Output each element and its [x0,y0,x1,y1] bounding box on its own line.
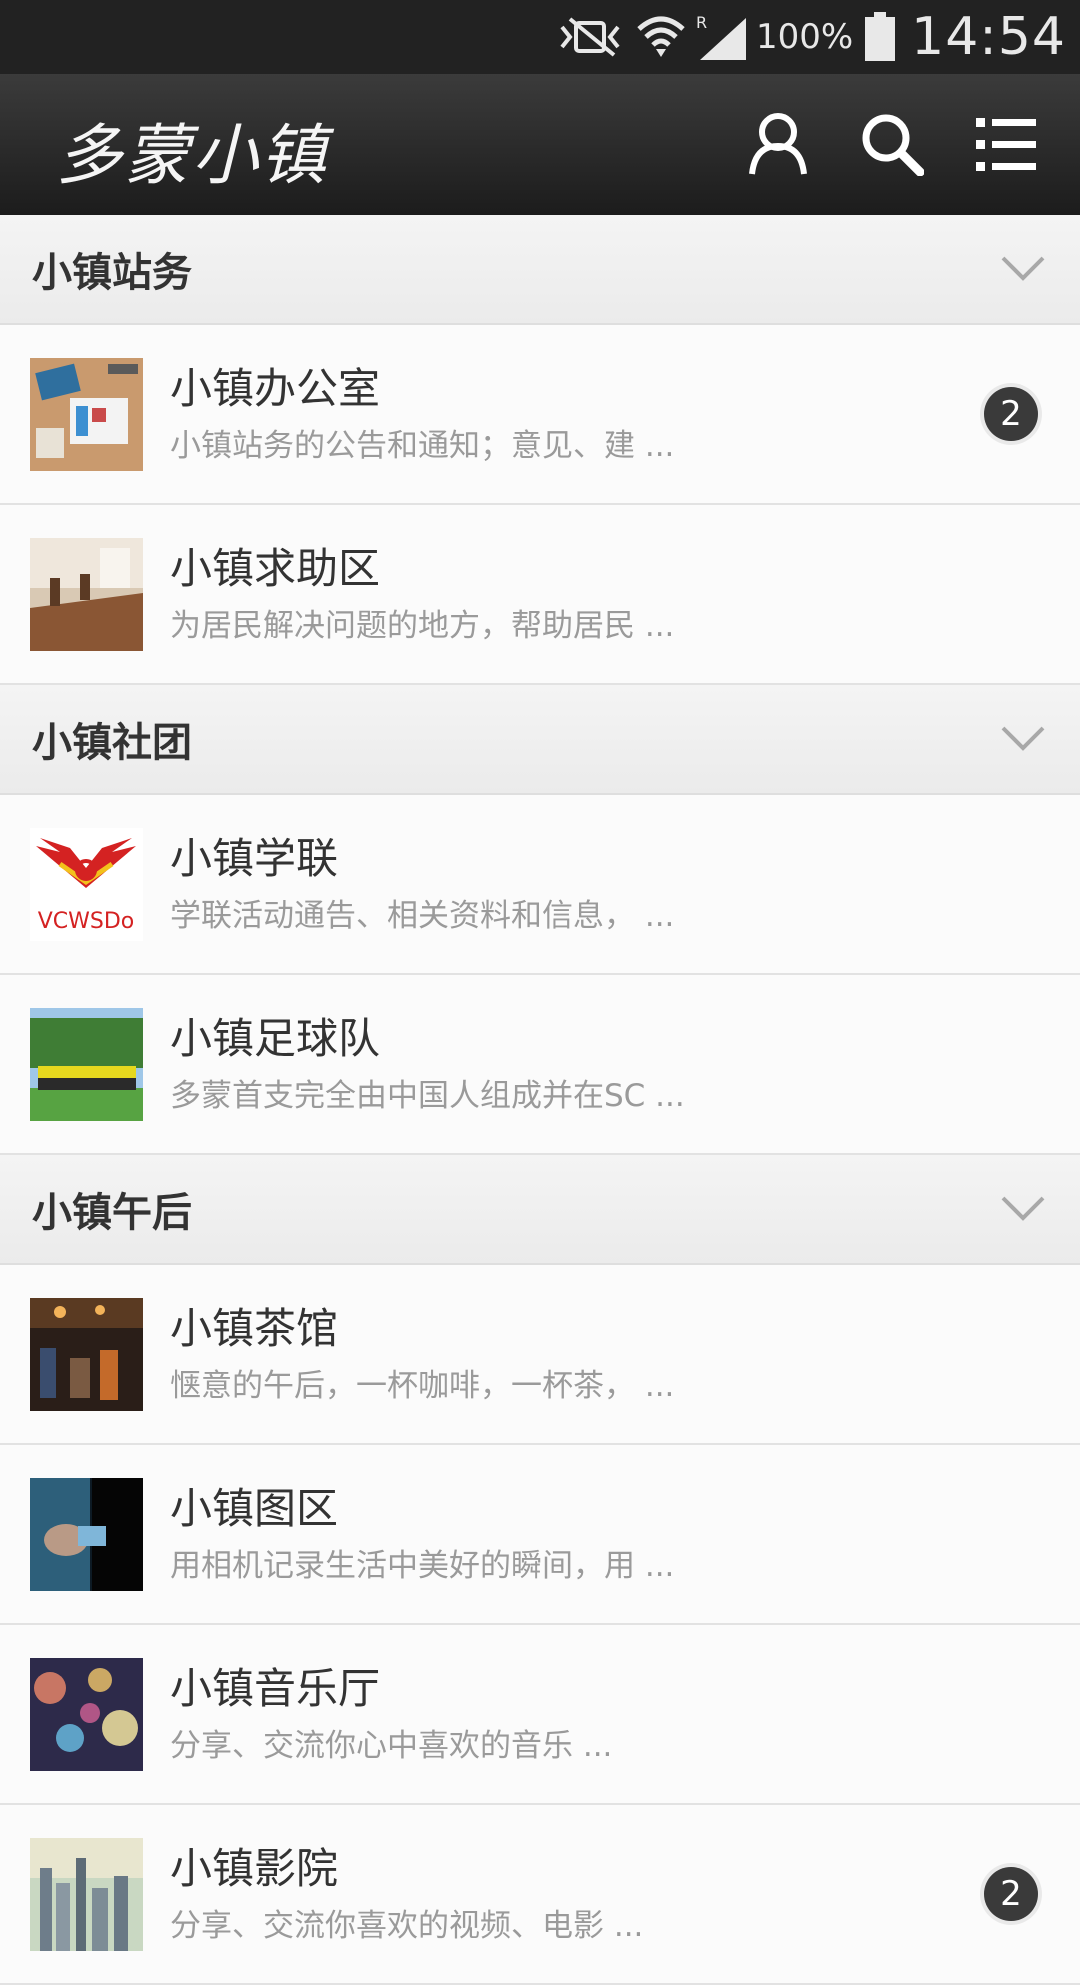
cafe-table-thumbnail [30,537,143,651]
search-icon [862,114,924,176]
signal-icon: R [696,14,748,60]
menu-icon [976,118,1036,171]
list-item[interactable]: 小镇求助区 为居民解决问题的地方，帮助居民 ... [0,505,1080,685]
vibrate-icon [556,17,626,57]
item-description: 为居民解决问题的地方，帮助居民 ... [170,608,675,644]
search-button[interactable] [860,108,924,180]
section-title: 小镇站务 [32,250,192,296]
list-item[interactable]: 小镇影院 分享、交流你喜欢的视频、电影 ... 2 [0,1805,1080,1985]
section-header[interactable]: 小镇社团 [0,685,1080,795]
status-bar: R 100% 14:54 [0,0,1080,74]
menu-button[interactable] [974,108,1038,180]
teahouse-thumbnail [30,1297,143,1411]
bokeh-lights-thumbnail [30,1657,143,1771]
list-item[interactable]: 小镇办公室 小镇站务的公告和通知；意见、建 ... 2 [0,325,1080,505]
vcwsdo-logo-thumbnail: VCWSDo [30,827,143,941]
section-title: 小镇午后 [32,1190,192,1236]
unread-badge: 2 [984,387,1038,441]
item-title: 小镇音乐厅 [170,1664,381,1713]
section-header[interactable]: 小镇站务 [0,215,1080,325]
battery-percent: 100% [755,17,854,57]
chevron-down-icon [1001,726,1045,751]
user-button[interactable] [746,108,810,180]
item-description: 惬意的午后，一杯咖啡，一杯茶， ... [170,1368,675,1404]
city-skyline-thumbnail [30,1837,143,1951]
list-item[interactable]: 小镇音乐厅 分享、交流你心中喜欢的音乐 ... [0,1625,1080,1805]
item-title: 小镇图区 [170,1484,339,1533]
item-description: 小镇站务的公告和通知；意见、建 ... [170,428,675,464]
item-description: 多蒙首支完全由中国人组成并在SC ... [170,1078,685,1114]
battery-icon [863,12,897,62]
svg-text:VCWSDo: VCWSDo [38,909,135,934]
item-title: 小镇学联 [170,834,339,883]
app-header: 多蒙小镇 [0,74,1080,215]
app-logo[interactable]: 多蒙小镇 [56,102,328,198]
list-item[interactable]: 小镇图区 用相机记录生活中美好的瞬间，用 ... [0,1445,1080,1625]
list-item[interactable]: 小镇足球队 多蒙首支完全由中国人组成并在SC ... [0,975,1080,1155]
camera-hand-thumbnail [30,1477,143,1591]
unread-badge: 2 [984,1867,1038,1921]
soccer-team-thumbnail [30,1007,143,1121]
item-description: 分享、交流你心中喜欢的音乐 ... [170,1728,613,1764]
item-title: 小镇茶馆 [170,1304,339,1353]
office-desk-thumbnail [30,357,143,471]
section-title: 小镇社团 [32,720,192,766]
list-item[interactable]: 小镇茶馆 惬意的午后，一杯咖啡，一杯茶， ... [0,1265,1080,1445]
chevron-down-icon [1001,1196,1045,1221]
item-description: 学联活动通告、相关资料和信息， ... [170,898,675,934]
item-description: 用相机记录生活中美好的瞬间，用 ... [170,1548,675,1584]
item-title: 小镇影院 [170,1844,339,1893]
item-title: 小镇求助区 [170,544,381,593]
chevron-down-icon [1001,256,1045,281]
svg-text:R: R [696,14,707,32]
clock: 14:54 [911,7,1066,67]
section-header[interactable]: 小镇午后 [0,1155,1080,1265]
list-item[interactable]: VCWSDo 小镇学联 学联活动通告、相关资料和信息， ... [0,795,1080,975]
item-title: 小镇办公室 [170,364,381,413]
wifi-icon [636,15,686,59]
user-icon [749,113,807,175]
item-title: 小镇足球队 [170,1014,381,1063]
item-description: 分享、交流你喜欢的视频、电影 ... [170,1908,644,1944]
